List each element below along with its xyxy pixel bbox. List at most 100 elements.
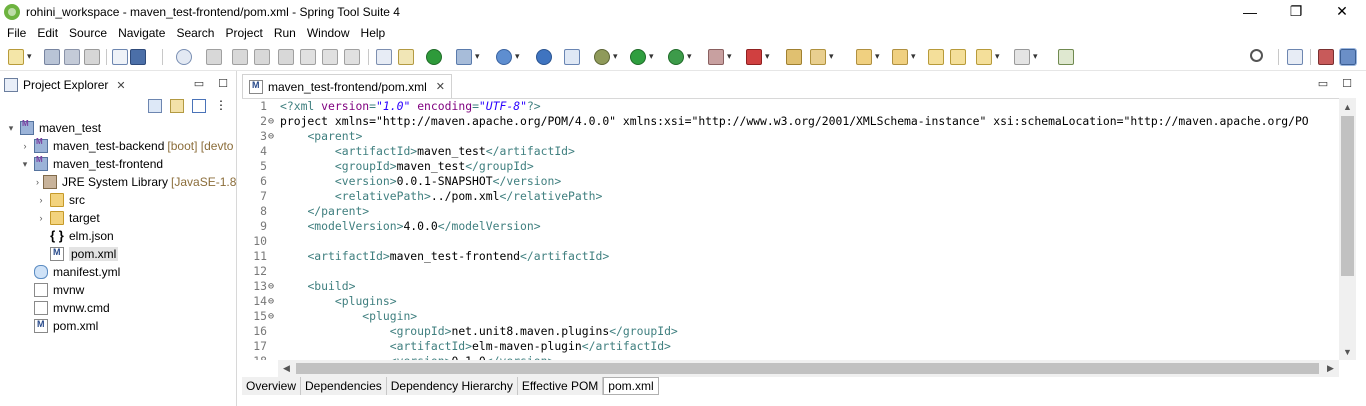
expand-toggle-icon[interactable]: ›	[36, 213, 46, 223]
tree-item-target[interactable]: › target	[0, 209, 236, 227]
tree-item-manifest-yml[interactable]: manifest.yml	[0, 263, 236, 281]
menu-search[interactable]: Search	[172, 26, 218, 40]
open-perspective-icon[interactable]	[1287, 49, 1303, 65]
tab-pom-xml[interactable]: pom.xml	[603, 377, 659, 395]
scroll-down-icon[interactable]: ▼	[1339, 343, 1356, 360]
code-line[interactable]: 16 <groupId>net.unit8.maven.plugins</gro…	[242, 324, 1339, 339]
scroll-up-icon[interactable]: ▲	[1339, 98, 1356, 115]
collapse-all-icon[interactable]	[148, 99, 162, 113]
step-over-icon[interactable]	[322, 49, 338, 65]
scroll-right-icon[interactable]: ▶	[1322, 360, 1339, 377]
tree-item-mvnw-cmd[interactable]: mvnw.cmd	[0, 299, 236, 317]
vertical-scrollbar[interactable]: ▲ ▼	[1339, 98, 1356, 360]
tab-overview[interactable]: Overview	[242, 377, 302, 395]
menu-source[interactable]: Source	[65, 26, 111, 40]
save-icon[interactable]	[44, 49, 60, 65]
code-line[interactable]: 17 <artifactId>elm-maven-plugin</artifac…	[242, 339, 1339, 354]
open-type-icon[interactable]	[496, 49, 520, 65]
tree-item-mvnw[interactable]: mvnw	[0, 281, 236, 299]
code-line[interactable]: 3 ⊖ <parent>	[242, 129, 1339, 144]
code-line[interactable]: 7 <relativePath>../pom.xml</relativePath…	[242, 189, 1339, 204]
code-line[interactable]: 13 ⊖ <build>	[242, 279, 1339, 294]
horizontal-scrollbar[interactable]: ◀ ▶	[278, 360, 1339, 377]
tree-item-jre-system-library[interactable]: › JRE System Library [JavaSE-1.8]	[0, 173, 236, 191]
last-edit-location-icon[interactable]	[928, 49, 944, 65]
back-icon[interactable]	[950, 49, 966, 65]
code-line[interactable]: 10	[242, 234, 1339, 249]
save-all-icon[interactable]	[64, 49, 80, 65]
tree-item-src[interactable]: › src	[0, 191, 236, 209]
menu-project[interactable]: Project	[221, 26, 266, 40]
use-step-filters-icon[interactable]	[376, 49, 392, 65]
spring-boot-dashboard-icon[interactable]	[426, 49, 442, 65]
tree-item-maven-test[interactable]: ▾ maven_test	[0, 119, 236, 137]
collapse-toggle-icon[interactable]: ▾	[20, 159, 30, 170]
tree-item-maven-test-frontend[interactable]: ▾ maven_test-frontend	[0, 155, 236, 173]
run-external-tools-icon[interactable]	[668, 49, 692, 65]
menu-window[interactable]: Window	[303, 26, 354, 40]
tree-item-elm-json[interactable]: elm.json	[0, 227, 236, 245]
editor-tab-pom-xml[interactable]: maven_test-frontend/pom.xml ✕	[242, 74, 452, 98]
view-menu-icon[interactable]: ⋮	[214, 99, 228, 113]
new-spring-starter-icon[interactable]	[456, 49, 480, 65]
fold-toggle-icon[interactable]: ⊖	[268, 279, 278, 294]
code-line[interactable]: 5 <groupId>maven_test</groupId>	[242, 159, 1339, 174]
expand-toggle-icon[interactable]: ›	[36, 177, 39, 187]
code-line[interactable]: 9 <modelVersion>4.0.0</modelVersion>	[242, 219, 1339, 234]
collapse-toggle-icon[interactable]: ▾	[6, 123, 16, 134]
tree-item-pom-xml[interactable]: pom.xml	[0, 317, 236, 335]
terminate-icon[interactable]	[254, 49, 270, 65]
scroll-left-icon[interactable]: ◀	[278, 360, 295, 377]
menu-help[interactable]: Help	[357, 26, 390, 40]
tab-dependencies[interactable]: Dependencies	[301, 377, 387, 395]
menu-file[interactable]: File	[3, 26, 30, 40]
code-line[interactable]: 8 </parent>	[242, 204, 1339, 219]
fold-toggle-icon[interactable]: ⊖	[268, 294, 278, 309]
browser-icon[interactable]	[536, 49, 552, 65]
new-icon[interactable]	[8, 49, 32, 65]
code-line[interactable]: 2 ⊖ project xmlns="http://maven.apache.org…	[242, 114, 1339, 129]
maximize-editor-button[interactable]: ☐	[1342, 77, 1352, 90]
fold-toggle-icon[interactable]: ⊖	[268, 114, 278, 129]
back-history-icon[interactable]	[976, 49, 1000, 65]
stop-icon[interactable]	[708, 49, 732, 65]
toggle-ant-icon[interactable]	[398, 49, 414, 65]
print-icon[interactable]	[112, 49, 128, 65]
previous-annotation-icon[interactable]	[892, 49, 916, 65]
code-line[interactable]: 4 <artifactId>maven_test</artifactId>	[242, 144, 1339, 159]
project-explorer-tab[interactable]: Project Explorer ✕	[0, 73, 126, 97]
code-line[interactable]: 1 <?xml version="1.0" encoding="UTF-8"?>	[242, 99, 1339, 114]
forward-icon[interactable]	[1014, 49, 1038, 65]
suspend-icon[interactable]	[232, 49, 248, 65]
menu-edit[interactable]: Edit	[33, 26, 62, 40]
run-icon[interactable]	[630, 49, 654, 65]
restore-button[interactable]: ❐	[1273, 0, 1319, 23]
code-line[interactable]: 15 ⊖ <plugin>	[242, 309, 1339, 324]
save-as-icon[interactable]	[84, 49, 100, 65]
terminal-icon[interactable]	[130, 49, 146, 65]
tree-item-maven-test-backend[interactable]: › maven_test-backend [boot] [devto	[0, 137, 236, 155]
step-return-icon[interactable]	[344, 49, 360, 65]
tree-item-pom-xml-selected[interactable]: pom.xml	[0, 245, 236, 263]
search-toolbar-icon[interactable]	[564, 49, 580, 65]
close-view-icon[interactable]: ✕	[116, 79, 125, 92]
minimize-editor-button[interactable]: ▭	[1318, 77, 1328, 90]
coverage-icon[interactable]	[746, 49, 770, 65]
skip-breakpoints-icon[interactable]	[176, 49, 192, 65]
expand-toggle-icon[interactable]: ›	[20, 141, 30, 151]
close-tab-icon[interactable]: ✕	[436, 80, 445, 93]
open-folder-icon[interactable]	[786, 49, 802, 65]
debug-icon[interactable]	[594, 49, 618, 65]
next-annotation-icon[interactable]	[856, 49, 880, 65]
code-line[interactable]: 12	[242, 264, 1339, 279]
vertical-scroll-thumb[interactable]	[1341, 116, 1354, 276]
xml-source-editor[interactable]: 1 <?xml version="1.0" encoding="UTF-8"?> 2…	[242, 98, 1339, 360]
pin-editor-icon[interactable]	[1058, 49, 1074, 65]
spring-perspective-icon[interactable]	[1339, 48, 1357, 66]
close-button[interactable]: ✕	[1319, 0, 1365, 23]
tab-effective-pom[interactable]: Effective POM	[517, 377, 604, 395]
fold-toggle-icon[interactable]: ⊖	[268, 129, 278, 144]
minimize-button[interactable]: —	[1227, 0, 1273, 23]
horizontal-scroll-thumb[interactable]	[296, 363, 1319, 374]
tab-dependency-hierarchy[interactable]: Dependency Hierarchy	[386, 377, 518, 395]
